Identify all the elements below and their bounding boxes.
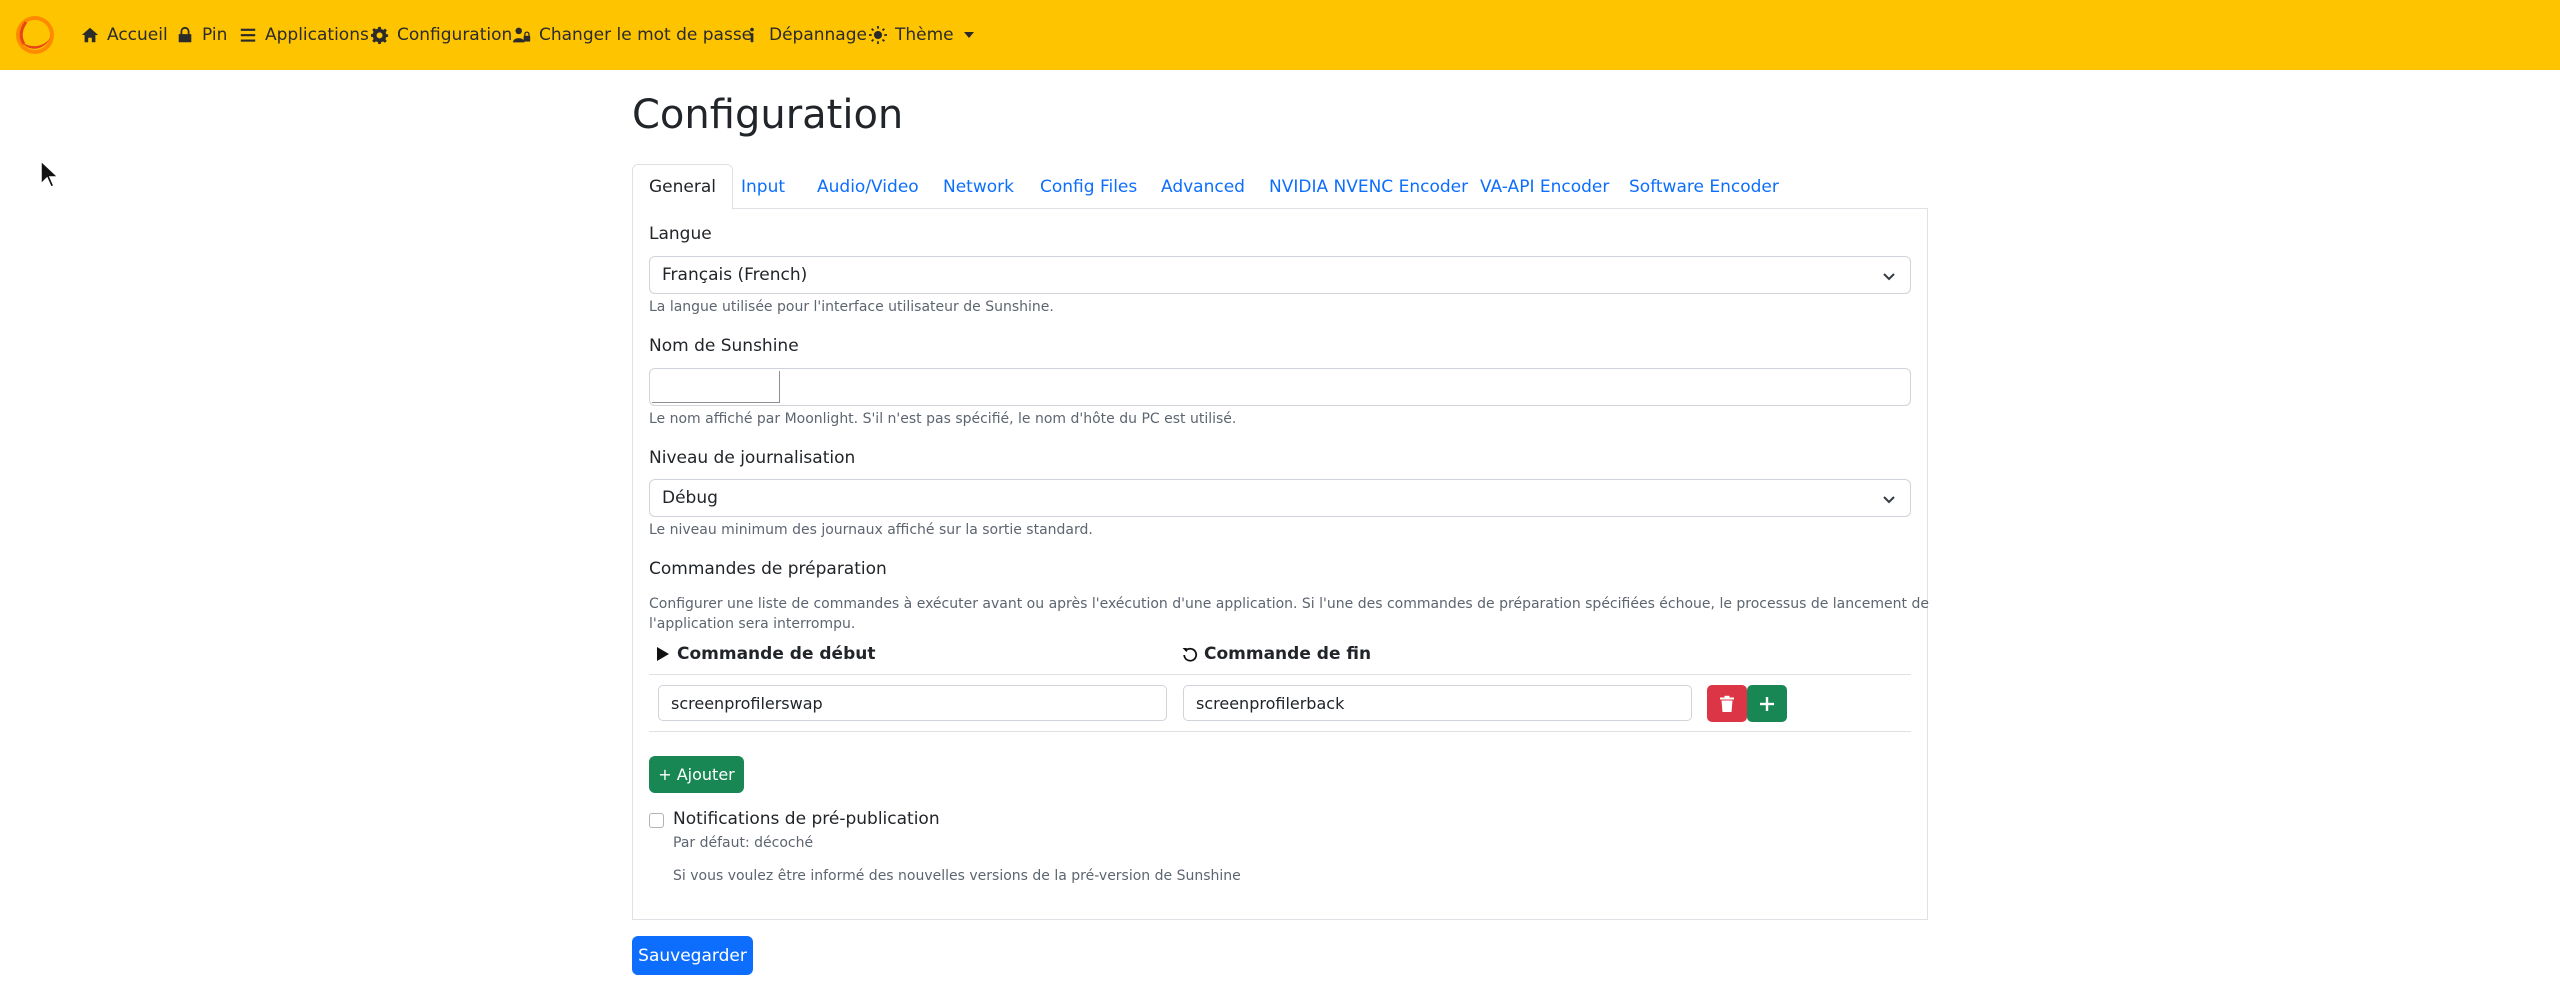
language-label: Langue: [649, 224, 712, 244]
delete-command-button[interactable]: [1707, 685, 1747, 722]
plus-icon: [1760, 696, 1774, 711]
trash-icon: [1720, 695, 1734, 712]
language-value: Français (French): [662, 265, 808, 285]
column-header-end: Commande de fin: [1182, 644, 1371, 664]
lock-icon: [178, 26, 192, 43]
play-icon: [657, 647, 669, 661]
mouse-cursor-icon: [40, 160, 60, 188]
tab-advanced[interactable]: Advanced: [1161, 164, 1245, 209]
log-level-help: Le niveau minimum des journaux affiché s…: [649, 522, 1093, 538]
top-navbar: Accueil Pin Applications Configuration C…: [0, 0, 2560, 70]
column-header-start: Commande de début: [655, 644, 876, 664]
sunshine-logo[interactable]: [12, 12, 58, 58]
home-icon: [81, 27, 99, 43]
prerelease-default: Par défaut: décoché: [673, 835, 814, 851]
tab-software-encoder[interactable]: Software Encoder: [1629, 164, 1779, 209]
save-button[interactable]: Sauvegarder: [632, 936, 753, 975]
table-divider: [649, 674, 1911, 675]
nav-configuration[interactable]: Configuration: [371, 0, 512, 70]
chevron-down-icon: [1883, 496, 1895, 504]
table-divider: [649, 731, 1911, 732]
config-tabs: General Input Audio/Video Network Config…: [632, 164, 1928, 210]
nav-change-password[interactable]: Changer le mot de passe: [513, 0, 752, 70]
undo-icon: [1182, 647, 1198, 662]
user-lock-icon: [513, 27, 531, 43]
log-level-value: Débug: [662, 488, 718, 508]
log-level-label: Niveau de journalisation: [649, 448, 856, 468]
tab-general[interactable]: General: [632, 164, 733, 210]
info-icon: [750, 27, 754, 43]
tab-audio-video[interactable]: Audio/Video: [817, 164, 919, 209]
prerelease-checkbox[interactable]: [649, 813, 664, 828]
chevron-down-icon: [1883, 273, 1895, 281]
prep-commands-label: Commandes de préparation: [649, 559, 887, 579]
nav-home[interactable]: Accueil: [81, 0, 168, 70]
start-command-input[interactable]: screenprofilerswap: [658, 685, 1167, 721]
add-command-button[interactable]: + Ajouter: [649, 756, 744, 793]
chevron-down-icon: [963, 32, 974, 38]
gear-icon: [371, 26, 389, 44]
prep-commands-help-1: Configurer une liste de commandes à exéc…: [649, 596, 1929, 612]
nav-pin[interactable]: Pin: [176, 0, 227, 70]
tab-input[interactable]: Input: [741, 164, 785, 209]
nav-applications[interactable]: Applications: [239, 0, 369, 70]
language-help: La langue utilisée pour l'interface util…: [649, 299, 1054, 315]
theme-icon: [869, 26, 887, 44]
name-label: Nom de Sunshine: [649, 336, 799, 356]
sunshine-name-input[interactable]: [649, 368, 1911, 406]
end-command-input[interactable]: screenprofilerback: [1183, 685, 1692, 721]
tab-network[interactable]: Network: [943, 164, 1014, 209]
prerelease-help: Si vous voulez être informé des nouvelle…: [673, 868, 1241, 884]
tab-vaapi-encoder[interactable]: VA-API Encoder: [1480, 164, 1609, 209]
page-title: Configuration: [632, 92, 904, 138]
prerelease-label[interactable]: Notifications de pré-publication: [673, 809, 940, 829]
list-icon: [240, 28, 256, 42]
language-select[interactable]: Français (French): [649, 256, 1911, 294]
nav-theme-dropdown[interactable]: Thème: [869, 0, 974, 70]
nav-troubleshooting[interactable]: Dépannage: [743, 0, 867, 70]
sunshine-name-field[interactable]: [652, 371, 780, 403]
add-command-row-button[interactable]: [1747, 685, 1787, 722]
tab-nvenc-encoder[interactable]: NVIDIA NVENC Encoder: [1269, 164, 1468, 209]
log-level-select[interactable]: Débug: [649, 479, 1911, 517]
name-help: Le nom affiché par Moonlight. S'il n'est…: [649, 411, 1237, 427]
prep-commands-help-2: l'application sera interrompu.: [649, 616, 856, 632]
tab-config-files[interactable]: Config Files: [1040, 164, 1137, 209]
